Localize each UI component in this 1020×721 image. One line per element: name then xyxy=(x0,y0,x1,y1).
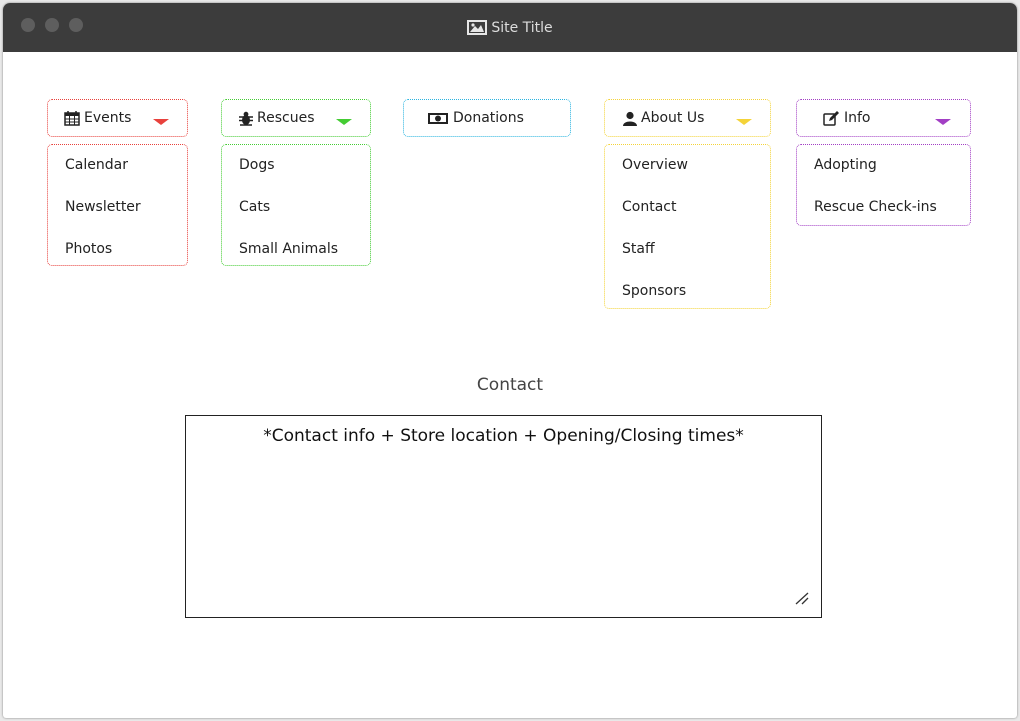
textarea-content: *Contact info + Store location + Opening… xyxy=(263,426,744,446)
title-bar: Site Title xyxy=(3,3,1017,52)
info-dropdown: Adopting Rescue Check-ins xyxy=(796,144,971,226)
nav-donations-label: Donations xyxy=(453,110,524,126)
nav-donations-button[interactable]: Donations xyxy=(403,99,571,137)
dropdown-item-photos[interactable]: Photos xyxy=(65,241,112,257)
events-dropdown: Calendar Newsletter Photos xyxy=(47,144,188,266)
dropdown-item-calendar[interactable]: Calendar xyxy=(65,157,128,173)
dropdown-item-sponsors[interactable]: Sponsors xyxy=(622,283,686,299)
chevron-down-icon xyxy=(935,119,951,125)
nav-info-button[interactable]: Info xyxy=(796,99,971,137)
edit-icon xyxy=(823,110,839,126)
dropdown-item-small-animals[interactable]: Small Animals xyxy=(239,241,338,257)
dropdown-item-newsletter[interactable]: Newsletter xyxy=(65,199,141,215)
dropdown-item-adopting[interactable]: Adopting xyxy=(814,157,877,173)
rescues-dropdown: Dogs Cats Small Animals xyxy=(221,144,371,266)
window-title: Site Title xyxy=(3,3,1017,52)
nav-rescues-button[interactable]: Rescues xyxy=(221,99,371,137)
nav-events-label: Events xyxy=(84,110,132,126)
nav-info-label: Info xyxy=(844,110,871,126)
chevron-down-icon xyxy=(153,119,169,125)
dropdown-item-staff[interactable]: Staff xyxy=(622,241,655,257)
window-title-text: Site Title xyxy=(491,19,553,36)
resize-handle-icon[interactable] xyxy=(793,591,809,605)
page-heading: Contact xyxy=(476,375,544,395)
image-icon xyxy=(467,20,488,35)
dropdown-item-overview[interactable]: Overview xyxy=(622,157,688,173)
nav-rescues-label: Rescues xyxy=(257,110,315,126)
about-us-dropdown: Overview Contact Staff Sponsors xyxy=(604,144,771,309)
nav-about-us-label: About Us xyxy=(641,110,705,126)
dropdown-item-dogs[interactable]: Dogs xyxy=(239,157,275,173)
dropdown-item-rescue-check-ins[interactable]: Rescue Check-ins xyxy=(814,199,937,215)
browser-window: Site Title Events Calendar Newsletter Ph… xyxy=(3,3,1017,718)
nav-about-us-button[interactable]: About Us xyxy=(604,99,771,137)
contact-textarea[interactable]: *Contact info + Store location + Opening… xyxy=(185,415,822,618)
money-icon xyxy=(428,112,448,124)
calendar-icon xyxy=(64,110,80,126)
dropdown-item-contact[interactable]: Contact xyxy=(622,199,676,215)
nav-events-button[interactable]: Events xyxy=(47,99,188,137)
user-icon xyxy=(623,111,637,126)
chevron-down-icon xyxy=(336,119,352,125)
dropdown-item-cats[interactable]: Cats xyxy=(239,199,270,215)
chevron-down-icon xyxy=(736,119,752,125)
bug-icon xyxy=(239,111,253,126)
